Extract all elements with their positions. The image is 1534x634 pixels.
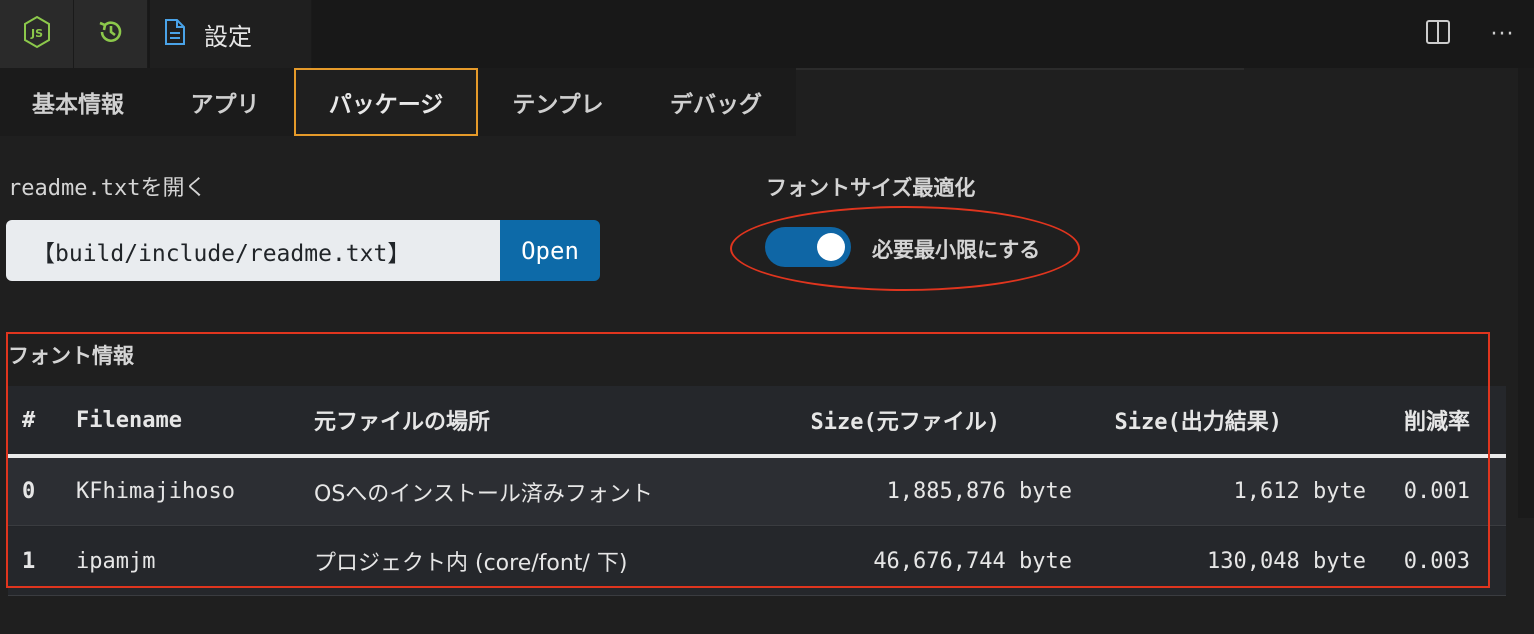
editor-actions: ··· — [1404, 0, 1534, 68]
split-editor-icon[interactable] — [1424, 18, 1452, 50]
history-tab-button[interactable] — [74, 0, 148, 68]
title-bar: JS 設定 ··· — [0, 0, 1534, 68]
settings-tabs: 基本情報 アプリ パッケージ テンプレ デバッグ — [0, 68, 796, 136]
nodejs-icon: JS — [22, 15, 52, 53]
file-icon — [164, 18, 186, 50]
tab-package[interactable]: パッケージ — [294, 68, 478, 136]
tab-template[interactable]: テンプレ — [478, 68, 638, 136]
svg-text:JS: JS — [29, 27, 42, 40]
tab-app[interactable]: アプリ — [156, 68, 294, 136]
tab-debug[interactable]: デバッグ — [638, 68, 794, 136]
annotation-ellipse — [730, 206, 1080, 291]
readme-path-field[interactable]: 【build/include/readme.txt】 — [6, 220, 500, 281]
editor-tab-settings[interactable]: 設定 — [150, 0, 312, 68]
tab-basic-info[interactable]: 基本情報 — [0, 68, 156, 136]
annotation-rectangle — [6, 332, 1490, 588]
editor-tab-title: 設定 — [204, 22, 252, 51]
font-optimize-label: フォントサイズ最適化 — [766, 176, 976, 200]
divider — [796, 68, 1244, 70]
vertical-scrollbar[interactable] — [1518, 68, 1534, 518]
history-icon — [96, 17, 126, 51]
more-icon[interactable]: ··· — [1491, 22, 1515, 47]
nodejs-tab-button[interactable]: JS — [0, 0, 74, 68]
open-button[interactable]: Open — [500, 220, 600, 281]
readme-label: readme.txtを開く — [8, 176, 207, 201]
